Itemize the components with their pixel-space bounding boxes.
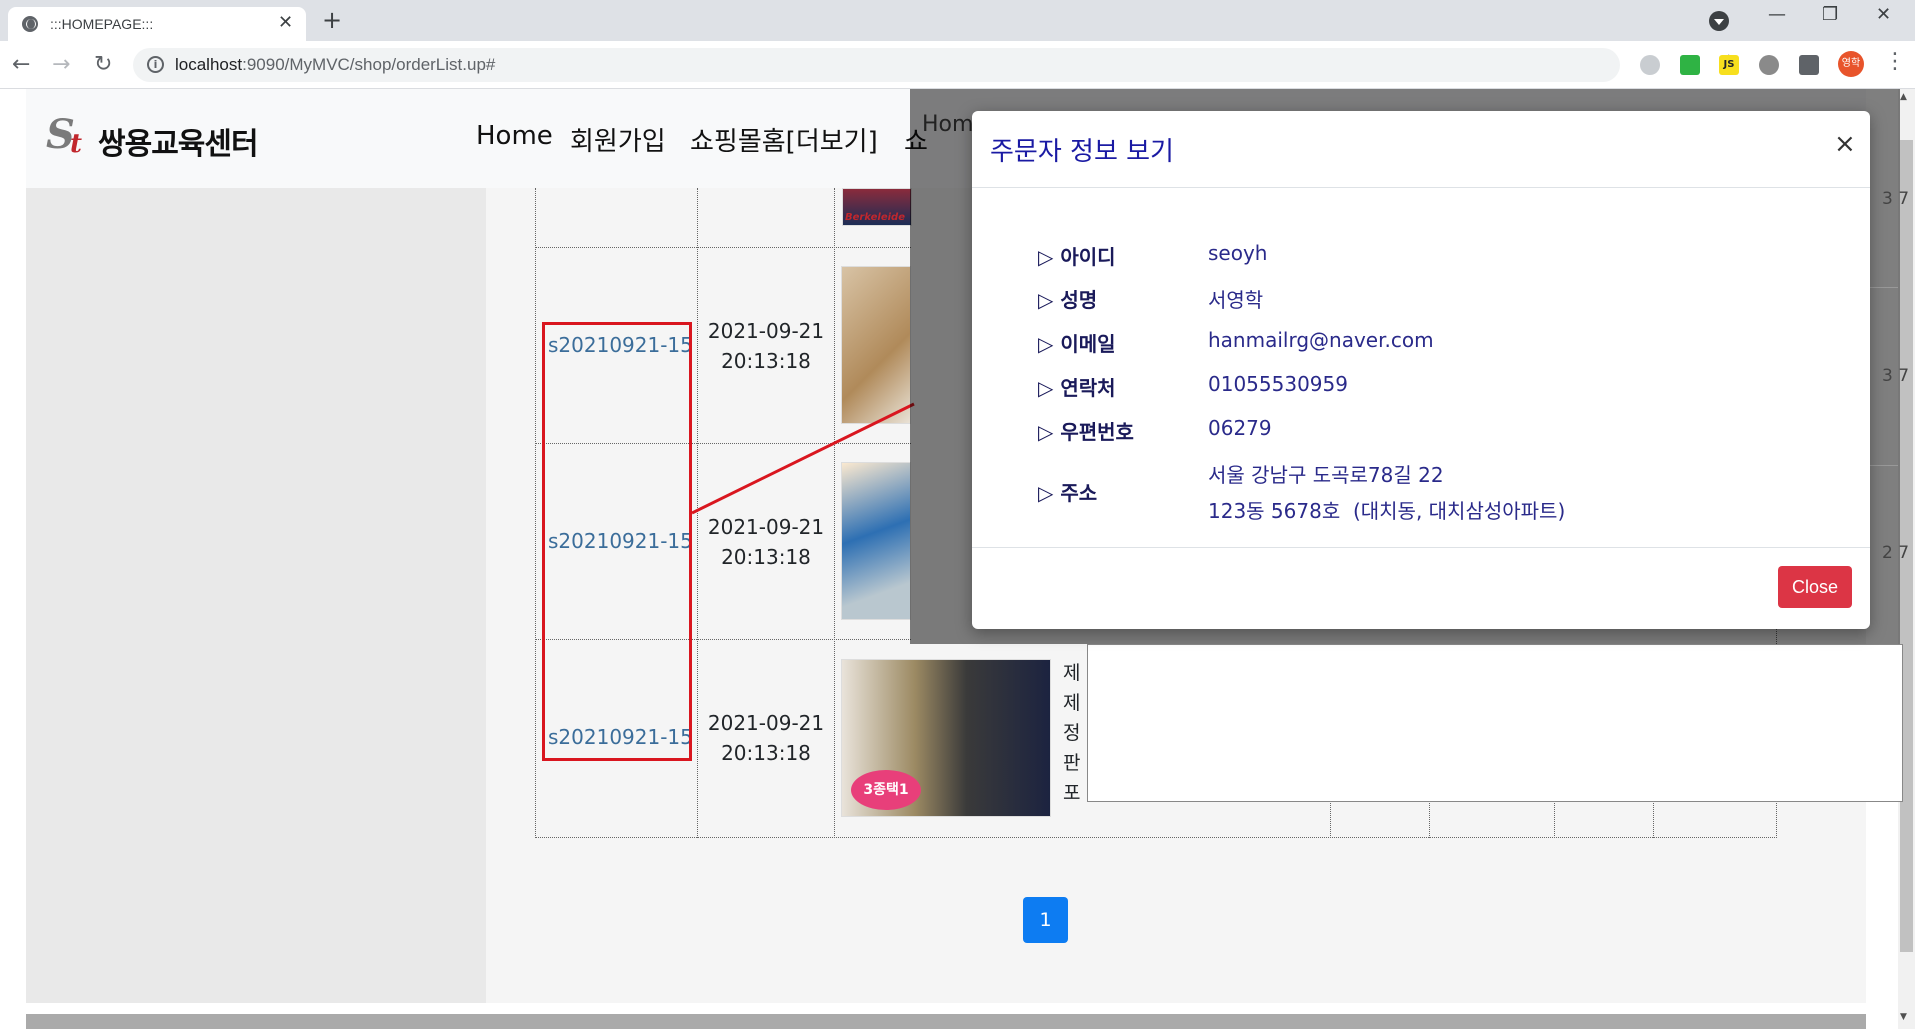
product-brand-label: Berkeleide	[845, 212, 905, 223]
logo-text[interactable]: 쌍용교육센터	[98, 119, 259, 163]
profile-avatar[interactable]: 영학	[1838, 51, 1864, 77]
globe-icon	[22, 16, 38, 32]
browser-toolbar: ← → ↻ i localhost:9090/MyMVC/shop/orderL…	[0, 41, 1915, 89]
nav-home[interactable]: Home	[476, 121, 553, 151]
label-id: ▷ 아이디	[1038, 245, 1116, 269]
footer-bar	[26, 1014, 1866, 1029]
restore-icon[interactable]: ❐	[1822, 4, 1838, 25]
minimize-icon[interactable]: —	[1768, 4, 1786, 25]
browser-tab-bar: :::HOMEPAGE::: ✕ + — ❐ ✕	[0, 0, 1915, 41]
extensions-puzzle-icon[interactable]	[1799, 55, 1819, 75]
background-value: 2 7	[1882, 543, 1910, 563]
value-phone: 01055530959	[1208, 372, 1348, 396]
value-name: 서영학	[1208, 288, 1264, 312]
sidebar	[26, 188, 486, 1003]
forward-icon[interactable]: →	[52, 52, 70, 77]
modal-title: 주문자 정보 보기	[990, 137, 1174, 167]
label-name: ▷ 성명	[1038, 288, 1098, 312]
modal-footer: Close	[972, 547, 1870, 629]
extension-bug-icon[interactable]	[1759, 55, 1779, 75]
extension-green-icon[interactable]	[1680, 55, 1700, 75]
reload-icon[interactable]: ↻	[94, 52, 112, 77]
nav-shop-home[interactable]: 쇼핑몰홈[더보기]	[690, 121, 878, 158]
browser-tab[interactable]: :::HOMEPAGE::: ✕	[8, 7, 306, 41]
table-row-divider	[535, 247, 911, 248]
browser-menu-icon[interactable]: ⋮	[1884, 49, 1906, 74]
orderer-info-modal: 주문자 정보 보기 × ▷ 아이디 seoyh ▷ 성명 서영학 ▷ 이메일 h…	[972, 111, 1870, 629]
nav-signup[interactable]: 회원가입	[570, 121, 666, 158]
product-description: 제 제 정 판 포	[1063, 662, 1081, 804]
close-tab-icon[interactable]: ✕	[278, 12, 293, 33]
annotation-highlight-box	[542, 322, 692, 761]
tab-search-icon[interactable]	[1709, 11, 1729, 31]
value-address-line2: 123동 5678호 (대치동, 대치삼성아파트)	[1208, 499, 1566, 523]
background-value: 3 7	[1882, 366, 1910, 386]
background-value: 3 7	[1882, 189, 1910, 209]
label-phone: ▷ 연락처	[1038, 376, 1116, 400]
page-button-1[interactable]: 1	[1023, 897, 1068, 943]
modal-header: 주문자 정보 보기 ×	[972, 111, 1870, 188]
site-info-icon[interactable]: i	[147, 56, 164, 73]
background-row-divider	[1870, 465, 1898, 466]
window-close-icon[interactable]: ✕	[1876, 4, 1891, 25]
value-address-line1: 서울 강남구 도곡로78길 22	[1208, 463, 1444, 487]
value-email: hanmailrg@naver.com	[1208, 328, 1434, 352]
new-tab-icon[interactable]: +	[322, 6, 342, 34]
logo-mark-t: t	[70, 129, 83, 159]
product-badge: 3종택1	[851, 770, 921, 810]
value-postcode: 06279	[1208, 416, 1272, 440]
tab-title: :::HOMEPAGE:::	[50, 16, 154, 32]
label-address: ▷ 주소	[1038, 481, 1098, 505]
scroll-down-icon[interactable]: ▼	[1900, 1012, 1907, 1022]
label-postcode: ▷ 우편번호	[1038, 420, 1134, 444]
close-button[interactable]: Close	[1778, 566, 1852, 608]
extension-search-icon[interactable]	[1640, 55, 1660, 75]
value-id: seoyh	[1208, 241, 1268, 265]
background-nav-home: Hom	[922, 112, 974, 137]
modal-close-icon[interactable]: ×	[1834, 129, 1856, 159]
order-datetime: 2021-09-21 20:13:18	[707, 711, 825, 765]
extension-js-icon[interactable]: JS	[1719, 55, 1739, 75]
back-icon[interactable]: ←	[12, 52, 30, 77]
scroll-up-icon[interactable]: ▲	[1900, 92, 1907, 102]
address-bar[interactable]: i localhost:9090/MyMVC/shop/orderList.up…	[133, 48, 1739, 82]
order-datetime: 2021-09-21 20:13:18	[707, 319, 825, 373]
url-text: localhost:9090/MyMVC/shop/orderList.up#	[175, 55, 496, 74]
background-row-divider	[1870, 287, 1898, 288]
label-email: ▷ 이메일	[1038, 332, 1116, 356]
secondary-panel	[1087, 644, 1903, 802]
